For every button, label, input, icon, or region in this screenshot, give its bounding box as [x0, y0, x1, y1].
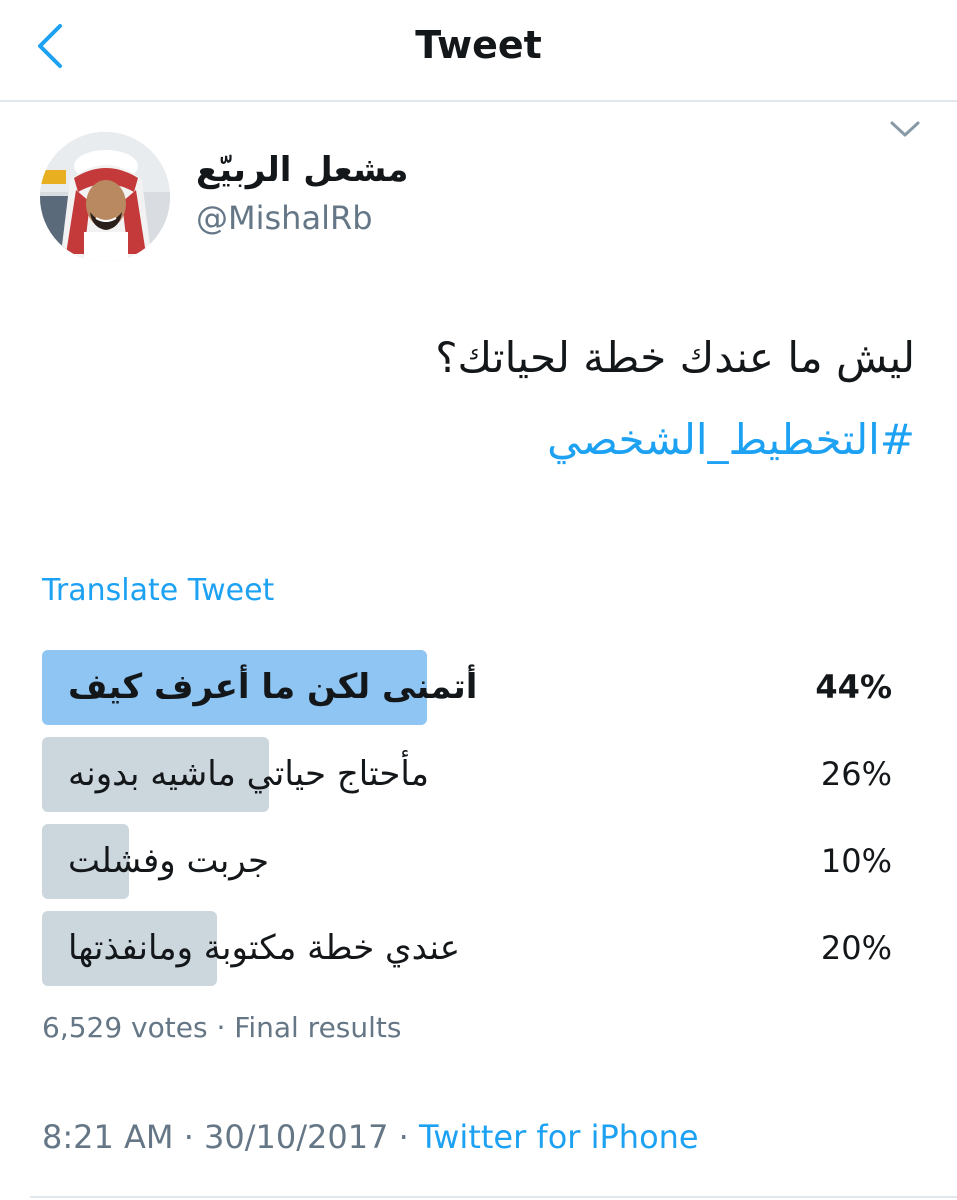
- tweet-time: 8:21 AM: [42, 1118, 174, 1156]
- poll-option-percent: 10%: [820, 842, 892, 880]
- poll-option: عندي خطة مكتوبة ومانفذتها 20%: [42, 911, 892, 986]
- chevron-down-icon: [890, 121, 920, 137]
- poll-option: أتمنى لكن ما أعرف كيف 44%: [42, 650, 892, 725]
- poll-option-label: عندي خطة مكتوبة ومانفذتها: [68, 928, 461, 968]
- poll-option-percent: 44%: [815, 668, 892, 706]
- hashtag-link[interactable]: #التخطيط_الشخصي: [55, 410, 915, 470]
- avatar[interactable]: [40, 132, 170, 262]
- tweet-text: ليش ما عندك خطة لحياتك؟: [435, 333, 915, 382]
- tweet-menu-button[interactable]: [884, 114, 926, 144]
- author-display-name[interactable]: مشعل الربيّع: [196, 148, 596, 192]
- divider: [30, 1196, 957, 1198]
- poll-option: جربت وفشلت 10%: [42, 824, 892, 899]
- tweet-source-link[interactable]: Twitter for iPhone: [419, 1118, 699, 1156]
- poll-option-label: جربت وفشلت: [68, 841, 270, 881]
- poll-option-percent: 26%: [820, 755, 892, 793]
- poll-option-percent: 20%: [820, 929, 892, 967]
- author-handle[interactable]: @MishalRb: [196, 198, 373, 238]
- meta-separator: ·: [183, 1118, 194, 1156]
- tweet-date: 30/10/2017: [204, 1118, 389, 1156]
- avatar-image: [40, 132, 170, 262]
- poll-summary: 6,529 votes · Final results: [42, 1011, 402, 1044]
- meta-separator: ·: [398, 1118, 409, 1156]
- poll-option: مأحتاج حياتي ماشيه بدونه 26%: [42, 737, 892, 812]
- poll-option-label: مأحتاج حياتي ماشيه بدونه: [68, 754, 429, 794]
- translate-tweet-link[interactable]: Translate Tweet: [42, 572, 274, 610]
- page-title: Tweet: [415, 23, 542, 67]
- top-bar: Tweet: [0, 0, 957, 102]
- poll-option-label: أتمنى لكن ما أعرف كيف: [68, 667, 478, 707]
- tweet-metadata: 8:21 AM · 30/10/2017 · Twitter for iPhon…: [42, 1116, 699, 1158]
